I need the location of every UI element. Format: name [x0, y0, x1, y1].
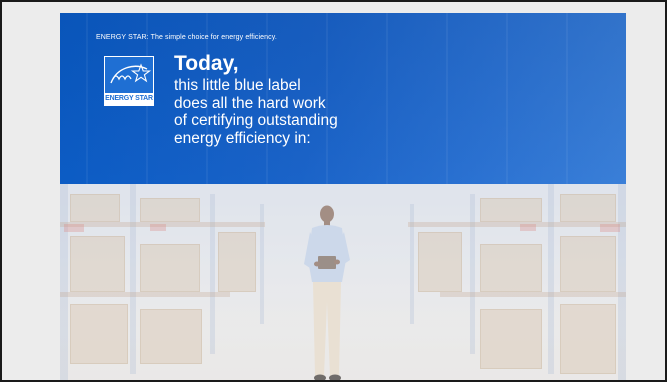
body-line: this little blue label: [174, 77, 301, 94]
body-text: this little blue label does all the hard…: [174, 77, 338, 147]
headline: Today,: [174, 52, 239, 75]
energy-star-logo: ENERGY STAR: [104, 56, 154, 106]
photo-washout-overlay: [60, 184, 626, 380]
body-line: of certifying outstanding: [174, 112, 338, 129]
header-band: ENERGY STAR: The simple choice for energ…: [60, 13, 626, 184]
warehouse-photo: [60, 184, 626, 380]
energy-star-logo-icon: [110, 63, 152, 84]
logo-caption: ENERGY STAR: [105, 93, 153, 105]
presentation-viewer: ENERGY STAR: The simple choice for energ…: [0, 0, 667, 382]
tagline: ENERGY STAR: The simple choice for energ…: [96, 34, 277, 41]
body-line: does all the hard work: [174, 94, 326, 112]
slide: ENERGY STAR: The simple choice for energ…: [60, 13, 626, 380]
body-line: energy efficiency in:: [174, 129, 311, 147]
